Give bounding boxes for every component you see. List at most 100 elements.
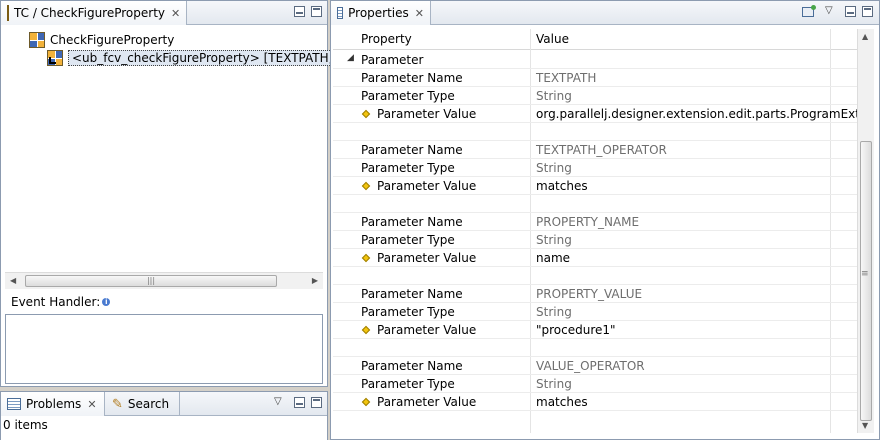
table-row[interactable]: Parameter Name TEXTPATH_OPERATOR bbox=[333, 141, 858, 159]
property-value: String bbox=[536, 305, 572, 319]
scroll-right-icon[interactable]: ▶ bbox=[312, 276, 318, 285]
event-handler-text: Event Handler: bbox=[11, 295, 101, 309]
diamond-icon bbox=[361, 109, 371, 119]
property-value[interactable]: name bbox=[536, 251, 570, 265]
tree-item-checkfigureproperty[interactable]: CheckFigureProperty bbox=[29, 31, 174, 48]
event-handler-field[interactable] bbox=[5, 314, 323, 384]
scroll-left-icon[interactable]: ◀ bbox=[10, 276, 16, 285]
table-row[interactable]: Parameter Value org.parallelj.designer.e… bbox=[333, 105, 871, 123]
tab-label: Search bbox=[127, 397, 170, 411]
maximize-button[interactable] bbox=[311, 6, 322, 17]
scroll-thumb[interactable]: ||| bbox=[25, 275, 277, 287]
tab-problems[interactable]: Problems ✕ bbox=[1, 392, 105, 416]
property-value: PROPERTY_VALUE bbox=[536, 287, 643, 301]
tab-tc-checkfigureproperty[interactable]: TC / CheckFigureProperty ✕ bbox=[1, 1, 187, 25]
table-row[interactable]: Parameter Value "procedure1" bbox=[333, 321, 858, 339]
scroll-thumb[interactable] bbox=[860, 141, 872, 421]
properties-vertical-scrollbar[interactable]: ▲ ≡ ▼ bbox=[857, 29, 874, 433]
property-value[interactable]: org.parallelj.designer.extension.edit.pa… bbox=[536, 107, 871, 121]
tab-label: Properties bbox=[348, 6, 409, 20]
table-row[interactable]: Parameter Type String bbox=[333, 231, 858, 249]
tree-item-label: <ub_fcv_checkFigureProperty> [TEXTPATH; … bbox=[68, 49, 364, 66]
table-row[interactable]: Parameter Name PROPERTY_NAME bbox=[333, 213, 858, 231]
property-value: VALUE_OPERATOR bbox=[536, 359, 645, 373]
table-row[interactable]: Parameter Value name bbox=[333, 249, 858, 267]
property-value: TEXTPATH_OPERATOR bbox=[536, 143, 667, 157]
property-value[interactable]: "procedure1" bbox=[536, 323, 616, 337]
figure-child-node-icon bbox=[47, 49, 63, 66]
scroll-grip-icon: ≡ bbox=[861, 269, 869, 279]
table-row-spacer bbox=[333, 267, 858, 285]
diamond-icon bbox=[361, 181, 371, 191]
group-label: Parameter bbox=[361, 53, 424, 67]
figure-node-icon bbox=[29, 31, 45, 48]
diamond-icon bbox=[361, 325, 371, 335]
scroll-down-icon[interactable]: ▼ bbox=[862, 421, 868, 430]
tree-item-label: CheckFigureProperty bbox=[50, 32, 175, 47]
column-header-value[interactable]: Value bbox=[536, 32, 569, 46]
maximize-button[interactable] bbox=[311, 397, 322, 408]
table-row[interactable]: Parameter Type String bbox=[333, 159, 858, 177]
property-key: Parameter Name bbox=[361, 215, 463, 229]
table-row-group-parameter[interactable]: ◢ Parameter bbox=[333, 51, 858, 69]
table-row[interactable]: Parameter Name TEXTPATH bbox=[333, 69, 858, 87]
status-text: 0 items bbox=[3, 418, 48, 432]
tree-item-ub-fcv[interactable]: <ub_fcv_checkFigureProperty> [TEXTPATH; … bbox=[47, 49, 364, 66]
minimize-button[interactable] bbox=[845, 6, 856, 17]
property-key: Parameter Value bbox=[377, 107, 477, 121]
pin-editor-icon[interactable] bbox=[802, 5, 816, 17]
column-header-property[interactable]: Property bbox=[361, 32, 412, 46]
table-row[interactable]: Parameter Name PROPERTY_VALUE bbox=[333, 285, 858, 303]
properties-icon bbox=[337, 7, 344, 19]
close-icon[interactable]: ✕ bbox=[87, 398, 96, 411]
property-key: Parameter Value bbox=[377, 179, 477, 193]
property-value: String bbox=[536, 377, 572, 391]
tree-horizontal-scrollbar[interactable]: ◀ ||| ▶ bbox=[5, 272, 323, 289]
table-row[interactable]: Parameter Value matches bbox=[333, 177, 858, 195]
problems-view: Problems ✕ ✎ Search ▽ 0 items bbox=[0, 391, 328, 440]
property-key: Parameter Value bbox=[377, 395, 477, 409]
properties-table-header: Property Value bbox=[333, 29, 858, 50]
table-row-spacer bbox=[333, 123, 858, 141]
property-value: TEXTPATH bbox=[536, 71, 597, 85]
event-handler-label: Event Handler: i bbox=[11, 295, 111, 309]
property-key: Parameter Type bbox=[361, 161, 455, 175]
table-row[interactable]: Parameter Type String bbox=[333, 303, 858, 321]
tab-properties[interactable]: Properties ✕ bbox=[331, 1, 431, 25]
property-value: String bbox=[536, 233, 572, 247]
tab-search[interactable]: ✎ Search bbox=[106, 392, 180, 416]
minimize-button[interactable] bbox=[294, 6, 305, 17]
view-menu-icon[interactable]: ▽ bbox=[825, 5, 833, 16]
properties-tabbar: Properties ✕ ▽ bbox=[331, 1, 879, 25]
minimize-button[interactable] bbox=[294, 397, 305, 408]
property-key: Parameter Type bbox=[361, 233, 455, 247]
table-row[interactable]: Parameter Type String bbox=[333, 87, 858, 105]
test-case-icon bbox=[7, 5, 9, 21]
property-value[interactable]: matches bbox=[536, 179, 588, 193]
info-icon: i bbox=[102, 298, 111, 306]
property-value: String bbox=[536, 89, 572, 103]
diamond-icon bbox=[361, 397, 371, 407]
tab-label: TC / CheckFigureProperty bbox=[14, 6, 166, 20]
collapse-icon[interactable]: ◢ bbox=[347, 53, 354, 63]
search-icon: ✎ bbox=[112, 396, 123, 412]
property-key: Parameter Type bbox=[361, 377, 455, 391]
view-menu-icon[interactable]: ▽ bbox=[274, 396, 282, 407]
diamond-icon bbox=[361, 253, 371, 263]
property-key: Parameter Name bbox=[361, 287, 463, 301]
property-key: Parameter Name bbox=[361, 359, 463, 373]
property-key: Parameter Value bbox=[377, 323, 477, 337]
property-value[interactable]: matches bbox=[536, 395, 588, 409]
table-row[interactable]: Parameter Value matches bbox=[333, 393, 858, 411]
table-row[interactable]: Parameter Name VALUE_OPERATOR bbox=[333, 357, 858, 375]
tc-view-tabbar: TC / CheckFigureProperty ✕ bbox=[1, 1, 327, 25]
table-row-spacer bbox=[333, 339, 858, 357]
property-key: Parameter Value bbox=[377, 251, 477, 265]
property-key: Parameter Name bbox=[361, 71, 463, 85]
close-icon[interactable]: ✕ bbox=[171, 7, 180, 20]
scroll-up-icon[interactable]: ▲ bbox=[862, 32, 868, 41]
close-icon[interactable]: ✕ bbox=[415, 7, 424, 20]
maximize-button[interactable] bbox=[862, 6, 873, 17]
table-row[interactable]: Parameter Type String bbox=[333, 375, 858, 393]
property-value: String bbox=[536, 161, 572, 175]
